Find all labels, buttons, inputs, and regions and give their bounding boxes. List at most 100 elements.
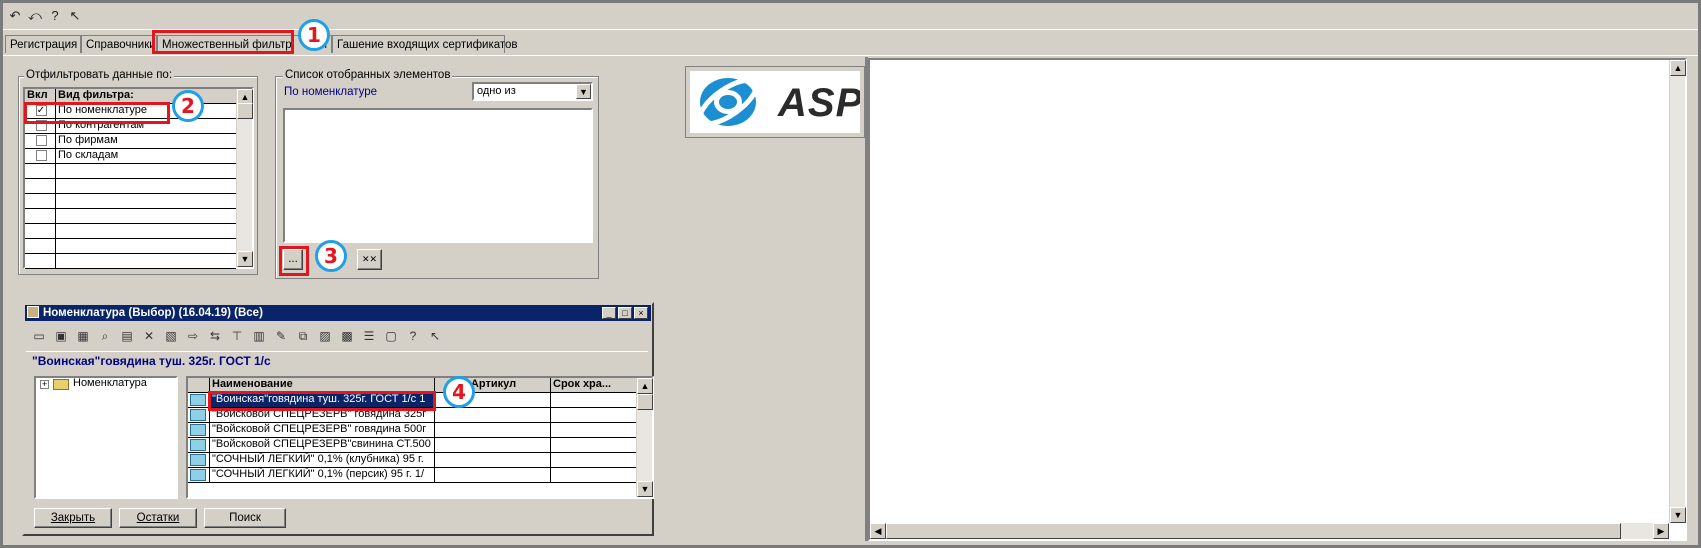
current-item-label: "Воинская"говядина туш. 325г. ГОСТ 1/с [32,354,271,368]
filter-row-label [56,224,236,238]
delete-icon[interactable]: ✕ [140,328,158,344]
print-icon[interactable]: ▢ [382,328,400,344]
filter-row[interactable]: По складам [25,149,236,164]
right-scrollbar-h[interactable]: ◀ ▶ [870,523,1669,539]
edit-icon[interactable]: ▧ [162,328,180,344]
filter-rows: ✓ По номенклатуре По контрагентам По фирмам… [25,104,236,269]
move-icon[interactable]: ⇨ [184,328,202,344]
close-button-label: Закрыть [50,512,96,524]
remains-button[interactable]: Остатки [119,508,197,528]
search-button[interactable]: Поиск [204,508,286,528]
filter-row-label [56,254,236,268]
nomen-scroll-thumb[interactable] [637,394,653,410]
filter-row-on-cell [25,179,56,193]
filter-row[interactable] [25,164,236,179]
right-scrollbar-v[interactable]: ▲ ▼ [1669,60,1686,523]
maximize-button[interactable]: □ [618,307,632,319]
step-badge-3: 3 [315,240,347,272]
new-item-icon[interactable]: ▭ [30,328,48,344]
magic-icon[interactable]: ✎ [272,328,290,344]
mode-select[interactable]: одно из ▼ [472,82,593,101]
filter-group-title: Отфильтровать данные по: [24,69,175,81]
item-folder-icon [188,468,210,482]
col-type-header: Вид фильтра: [58,89,134,101]
remains-button-label: Остатки [136,512,180,524]
nomen-row[interactable]: "Войсковой СПЕЦРЕЗЕРВ"свинина СТ.500 [188,438,636,453]
transfer-icon[interactable]: ⇆ [206,328,224,344]
nomenclature-tree[interactable]: + Номенклатура [34,376,178,499]
filter-row-on-cell [25,239,56,253]
undo-icon[interactable]: ↶ [6,8,24,24]
scroll-thumb[interactable] [237,103,253,119]
nomen-scroll-down-arrow[interactable]: ▼ [637,481,653,497]
close-window-button[interactable]: × [634,307,648,319]
nomen-row-shelf-life [551,468,636,482]
sort-icon[interactable]: ⊤ [228,328,246,344]
filter-row[interactable] [25,179,236,194]
right-scroll-left-arrow[interactable]: ◀ [870,523,886,539]
close-button[interactable]: Закрыть [34,508,112,528]
tab-divider [3,55,1698,56]
folder-icon [53,379,69,390]
item-folder-icon [188,453,210,467]
selected-items-list[interactable] [283,108,593,243]
item-folder-icon [188,423,210,437]
nomen-row-article [435,408,551,422]
tab-certificate-cancel[interactable]: Гашение входящих сертификатов [332,35,518,53]
nomen-scroll-up-arrow[interactable]: ▲ [637,378,653,394]
report-icon[interactable]: ▩ [338,328,356,344]
whats-this-icon[interactable]: ↖ [66,8,84,24]
undo-all-icon[interactable]: ⤺ [26,8,44,24]
right-scroll-h-thumb[interactable] [886,523,1621,539]
filter-row[interactable] [25,239,236,254]
step-badge-1: 1 [298,19,330,51]
col-shelf-life-header[interactable]: Срок хра... [551,378,636,392]
filter-icon[interactable]: ☰ [360,328,378,344]
tree-expand-icon[interactable]: + [40,380,49,389]
filter-checkbox[interactable] [35,150,47,161]
document-icon[interactable]: ▨ [316,328,334,344]
filter-row[interactable] [25,224,236,239]
hierarchy-icon[interactable]: ▥ [250,328,268,344]
nomen-row[interactable]: "Войсковой СПЕЦРЕЗЕРВ" говядина 500г [188,423,636,438]
whats-this-icon[interactable]: ↖ [426,328,444,344]
right-scroll-up-arrow[interactable]: ▲ [1670,60,1686,76]
nomen-row-name: "Войсковой СПЕЦРЕЗЕРВ"свинина СТ.500 [210,438,435,452]
col-name-header[interactable]: Наименование [210,378,435,392]
list-icon[interactable]: ▤ [118,328,136,344]
nomenclature-title: Номенклатура (Выбор) (16.04.19) (Все) [43,307,263,319]
tab-registration[interactable]: Регистрация [5,35,81,53]
filter-scrollbar[interactable]: ▲ ▼ [236,89,253,267]
copy-icon[interactable]: ▦ [74,328,92,344]
folder-icon [190,394,206,406]
nomen-row[interactable]: "СОЧНЫЙ ЛЕГКИЙ" 0,1% (клубника) 95 г. [188,453,636,468]
item-folder-icon [188,408,210,422]
duplicate-icon[interactable]: ⧉ [294,328,312,344]
right-scroll-down-arrow[interactable]: ▼ [1670,507,1686,523]
right-content-panel[interactable]: ▲ ▼ ◀ ▶ [868,58,1687,541]
nomenclature-titlebar[interactable]: Номенклатура (Выбор) (16.04.19) (Все) [25,305,651,321]
logo-globe-icon [697,77,759,127]
chevron-down-icon[interactable]: ▼ [576,84,591,99]
filter-row[interactable] [25,209,236,224]
nomen-scrollbar[interactable]: ▲ ▼ [636,378,653,497]
filter-row[interactable] [25,254,236,269]
filter-row-label [56,239,236,253]
tree-root-label[interactable]: Номенклатура [73,377,147,389]
tab-directories[interactable]: Справочники [81,35,157,53]
nomen-row-shelf-life [551,438,636,452]
find-icon[interactable]: ⌕ [96,328,114,344]
clear-items-button[interactable]: ✕✕ [357,249,382,270]
new-group-icon[interactable]: ▣ [52,328,70,344]
filter-row-label: По фирмам [58,134,118,146]
filter-checkbox[interactable] [35,135,47,146]
nomen-row[interactable]: "СОЧНЫЙ ЛЕГКИЙ" 0,1% (персик) 95 г. 1/ [188,468,636,483]
right-scroll-right-arrow[interactable]: ▶ [1653,523,1669,539]
nomen-row-article [435,438,551,452]
scroll-down-arrow[interactable]: ▼ [237,251,253,267]
filter-row[interactable]: По фирмам [25,134,236,149]
filter-row[interactable] [25,194,236,209]
help-icon[interactable]: ? [46,8,64,24]
help-icon[interactable]: ? [404,328,422,344]
minimize-button[interactable]: _ [602,307,616,319]
